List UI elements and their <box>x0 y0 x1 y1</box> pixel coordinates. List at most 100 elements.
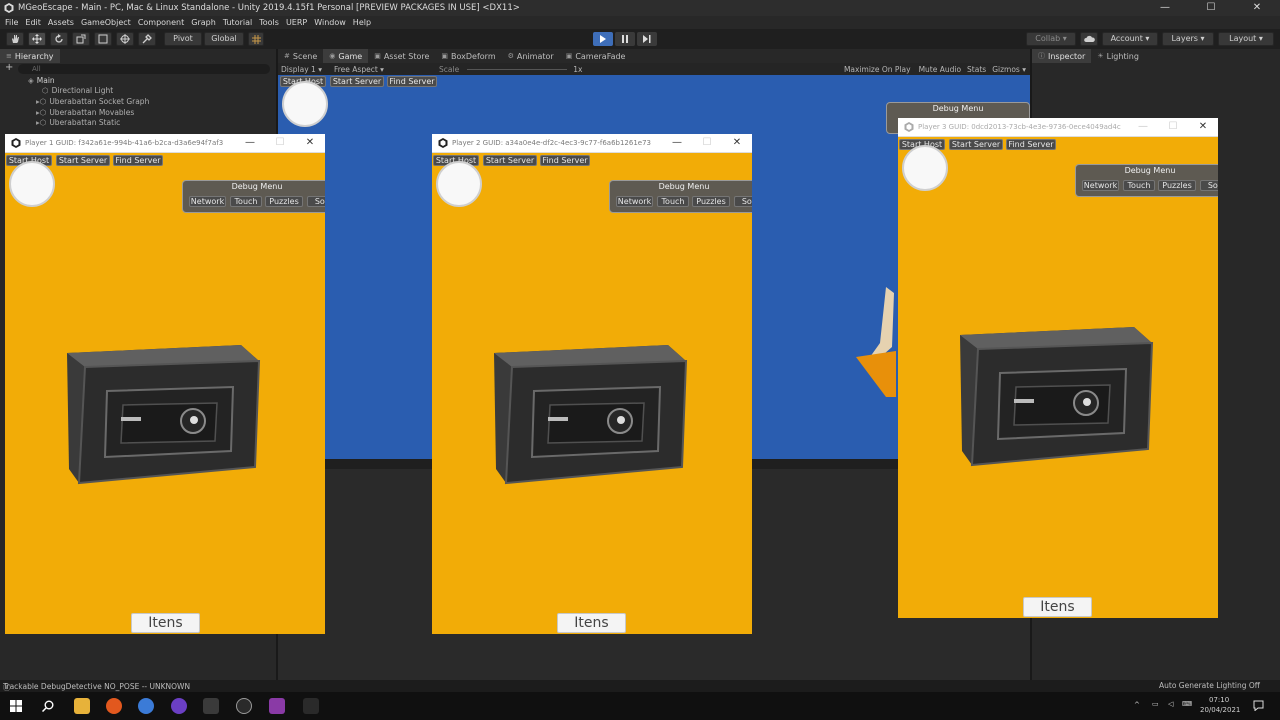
close-button[interactable]: ✕ <box>1234 0 1280 16</box>
player-2-window[interactable]: Player 2 GUID: a34a0e4e-df2c-4ec3-9c77-f… <box>432 134 752 634</box>
debug-network-button[interactable]: Network <box>616 196 653 207</box>
player-1-titlebar[interactable]: Player 1 GUID: f342a61e-994b-41a6-b2ca-d… <box>5 134 325 153</box>
menu-tools[interactable]: Tools <box>259 18 279 27</box>
tab-hierarchy[interactable]: ≡ Hierarchy <box>0 49 60 63</box>
start-server-button[interactable]: Start Server <box>483 155 537 166</box>
debug-puzzles-button[interactable]: Puzzles <box>265 196 303 207</box>
minimize-button[interactable]: — <box>1142 0 1188 16</box>
debug-puzzles-button[interactable]: Puzzles <box>692 196 730 207</box>
collab-dropdown[interactable]: Collab ▾ <box>1026 32 1076 46</box>
hand-tool-button[interactable] <box>6 32 24 46</box>
account-dropdown[interactable]: Account ▾ <box>1102 32 1158 46</box>
menu-help[interactable]: Help <box>353 18 371 27</box>
clock-date[interactable]: 20/04/2021 <box>1200 706 1240 714</box>
menu-tutorial[interactable]: Tutorial <box>223 18 252 27</box>
hierarchy-item-main[interactable]: ◈ Main <box>0 76 276 86</box>
debug-network-button[interactable]: Network <box>1082 180 1119 191</box>
maximize-on-play-toggle[interactable]: Maximize On Play <box>844 65 911 74</box>
hierarchy-search-input[interactable]: All <box>18 64 270 74</box>
tab-inspector[interactable]: ⓘ Inspector <box>1032 49 1092 63</box>
move-tool-button[interactable] <box>28 32 46 46</box>
display-dropdown[interactable]: Display 1 ▾ <box>281 65 331 74</box>
itens-button[interactable]: Itens <box>557 613 626 633</box>
app-w-icon[interactable] <box>138 698 154 714</box>
layout-dropdown[interactable]: Layout ▾ <box>1218 32 1274 46</box>
safe-model[interactable] <box>956 319 1156 479</box>
aspect-dropdown[interactable]: Free Aspect ▾ <box>334 65 434 74</box>
tray-chevron-icon[interactable]: ^ <box>1134 701 1140 709</box>
maximize-button[interactable]: ☐ <box>1158 118 1188 137</box>
menu-window[interactable]: Window <box>314 18 346 27</box>
app-purple-icon[interactable] <box>269 698 285 714</box>
unity-hub-icon[interactable] <box>236 698 252 714</box>
safe-model[interactable] <box>63 337 263 497</box>
close-button[interactable]: ✕ <box>295 134 325 153</box>
debug-network-button[interactable]: Network <box>189 196 226 207</box>
file-explorer-icon[interactable] <box>74 698 90 714</box>
player-3-titlebar[interactable]: Player 3 GUID: 0dcd2013-73cb-4e3e-9736-0… <box>898 118 1218 137</box>
debug-social-button[interactable]: Soc <box>307 196 325 207</box>
tab-boxdeform[interactable]: ▣ BoxDeform <box>435 52 501 61</box>
add-object-icon[interactable]: + <box>5 62 13 73</box>
minimize-button[interactable]: — <box>235 134 265 153</box>
menu-graph[interactable]: Graph <box>191 18 216 27</box>
unity-editor-icon[interactable] <box>303 698 319 714</box>
unity-taskbar-icon[interactable] <box>203 698 219 714</box>
pivot-toggle[interactable]: Pivot <box>164 32 202 46</box>
minimize-button[interactable]: — <box>662 134 692 153</box>
mute-audio-toggle[interactable]: Mute Audio <box>919 65 961 74</box>
firefox-icon[interactable] <box>106 698 122 714</box>
tab-camerafade[interactable]: ▣ CameraFade <box>560 52 632 61</box>
tab-game[interactable]: ◉ Game <box>323 49 369 63</box>
menu-file[interactable]: File <box>5 18 18 27</box>
scale-slider[interactable] <box>467 68 568 70</box>
rect-tool-button[interactable] <box>94 32 112 46</box>
search-icon[interactable] <box>42 700 54 712</box>
main-find-server-button[interactable]: Find Server <box>387 76 437 87</box>
volume-icon[interactable]: ◁ <box>1168 700 1173 708</box>
player-1-window[interactable]: Player 1 GUID: f342a61e-994b-41a6-b2ca-d… <box>5 134 325 634</box>
layers-dropdown[interactable]: Layers ▾ <box>1162 32 1214 46</box>
keyboard-icon[interactable]: ⌨ <box>1182 700 1192 708</box>
menu-gameobject[interactable]: GameObject <box>81 18 131 27</box>
global-toggle[interactable]: Global <box>204 32 244 46</box>
close-button[interactable]: ✕ <box>1188 118 1218 137</box>
stats-toggle[interactable]: Stats <box>967 65 986 74</box>
window-titlebar[interactable]: MGeoEscape - Main - PC, Mac & Linux Stan… <box>0 0 1280 16</box>
start-server-button[interactable]: Start Server <box>949 139 1003 150</box>
transform-tool-button[interactable] <box>116 32 134 46</box>
tab-animator[interactable]: ⚙ Animator <box>502 52 560 61</box>
itens-button[interactable]: Itens <box>1023 597 1092 617</box>
play-button[interactable] <box>593 32 613 46</box>
safe-model[interactable] <box>490 337 690 497</box>
tab-asset-store[interactable]: ▣ Asset Store <box>368 52 435 61</box>
player-2-viewport[interactable]: Start Host Start Server Find Server Debu… <box>432 153 752 634</box>
player-3-viewport[interactable]: Start Host Start Server Find Server Debu… <box>898 137 1218 618</box>
debug-touch-button[interactable]: Touch <box>230 196 262 207</box>
start-server-button[interactable]: Start Server <box>56 155 110 166</box>
menu-assets[interactable]: Assets <box>48 18 74 27</box>
minimize-button[interactable]: — <box>1128 118 1158 137</box>
player-3-window[interactable]: Player 3 GUID: 0dcd2013-73cb-4e3e-9736-0… <box>898 118 1218 618</box>
itens-button[interactable]: Itens <box>131 613 200 633</box>
debug-social-button[interactable]: Soc <box>1200 180 1218 191</box>
custom-tool-button[interactable] <box>138 32 156 46</box>
app-circle-icon[interactable] <box>171 698 187 714</box>
tab-scene[interactable]: # Scene <box>278 52 323 61</box>
debug-social-button[interactable]: Soc <box>734 196 752 207</box>
hierarchy-item-static[interactable]: ▸⬡ Uberabattan Static <box>0 118 276 128</box>
cloud-button[interactable] <box>1080 32 1098 46</box>
find-server-button[interactable]: Find Server <box>113 155 163 166</box>
maximize-button[interactable]: ☐ <box>265 134 295 153</box>
tab-lighting[interactable]: ☀ Lighting <box>1091 52 1145 61</box>
hierarchy-item-directional-light[interactable]: ⬡ Directional Light <box>0 86 276 96</box>
menu-component[interactable]: Component <box>138 18 184 27</box>
windows-start-icon[interactable] <box>10 700 22 712</box>
player-2-titlebar[interactable]: Player 2 GUID: a34a0e4e-df2c-4ec3-9c77-f… <box>432 134 752 153</box>
player-1-viewport[interactable]: Start Host Start Server Find Server Debu… <box>5 153 325 634</box>
clock-time[interactable]: 07:10 <box>1209 696 1229 704</box>
rotate-tool-button[interactable] <box>50 32 68 46</box>
pause-button[interactable] <box>615 32 635 46</box>
menu-uerp[interactable]: UERP <box>286 18 307 27</box>
find-server-button[interactable]: Find Server <box>1006 139 1056 150</box>
